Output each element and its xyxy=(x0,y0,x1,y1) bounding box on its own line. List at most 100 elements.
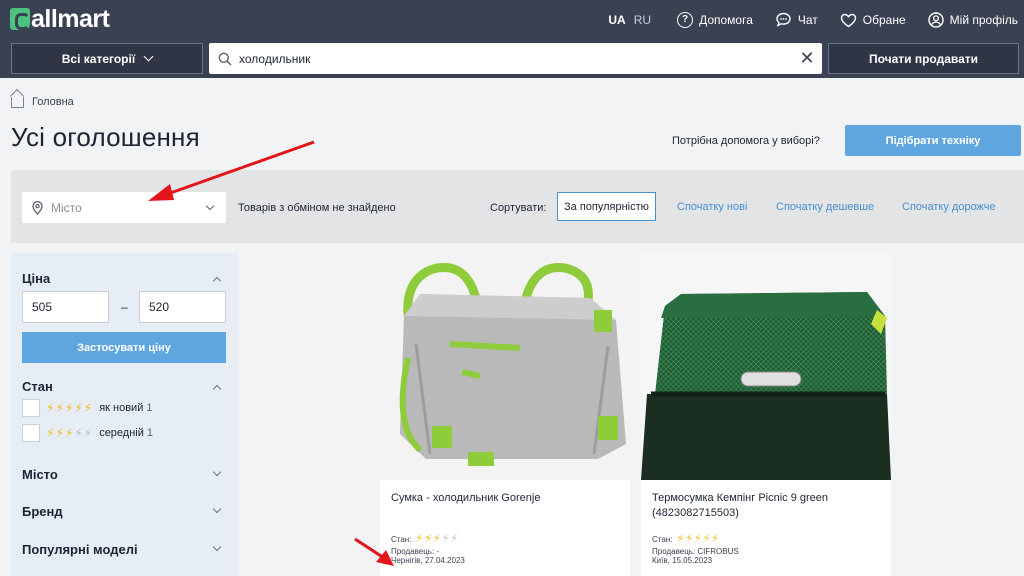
sort-cheapest[interactable]: Спочатку дешевше xyxy=(776,192,874,221)
listing-condition: Стан: ⚡ ⚡ ⚡ ⚡ ⚡ xyxy=(391,534,465,545)
city-select[interactable]: Місто xyxy=(22,192,226,223)
product-image-picnic-thermobag[interactable] xyxy=(641,254,891,480)
listing-title[interactable]: Термосумка Кемпінг Picnic 9 green (48230… xyxy=(652,491,882,521)
lightning-icon: ⚡ xyxy=(432,533,441,545)
search-input[interactable] xyxy=(239,51,792,66)
lightning-icon: ⚡ xyxy=(685,533,693,545)
condition-label: Стан: xyxy=(652,535,673,544)
chevron-down-icon[interactable] xyxy=(212,504,222,514)
lightning-icon: ⚡ xyxy=(83,426,93,440)
chevron-up-icon[interactable] xyxy=(212,276,222,286)
help-question: Потрібна допомога у виборі? xyxy=(672,135,820,147)
popular-models-heading[interactable]: Популярні моделі xyxy=(22,542,138,557)
start-selling-button[interactable]: Почати продавати xyxy=(828,43,1019,74)
all-categories-label: Всі категорії xyxy=(61,51,136,66)
lightning-icon: ⚡ xyxy=(74,401,83,415)
city-filter-heading[interactable]: Місто xyxy=(22,467,58,482)
sort-newest[interactable]: Спочатку нові xyxy=(677,192,747,221)
home-icon xyxy=(11,96,24,108)
listing-location-date: Чернігів, 27.04.2023 xyxy=(391,556,465,565)
condition-label: Стан: xyxy=(391,535,412,544)
search-bar: ✕ xyxy=(209,43,822,74)
page-title: Усі оголошення xyxy=(11,122,200,152)
lightning-icon: ⚡ xyxy=(83,401,93,415)
help-icon: ? xyxy=(677,12,694,28)
apply-price-button[interactable]: Застосувати ціну xyxy=(22,332,226,363)
favorites-label: Обране xyxy=(862,13,906,27)
breadcrumb: Головна xyxy=(11,96,74,108)
condition-rating: ⚡ ⚡ ⚡ ⚡ ⚡ xyxy=(46,402,93,414)
header-bar: allmart UA RU ? Допомога Чат Обране Мій … xyxy=(0,0,1024,78)
lightning-icon: ⚡ xyxy=(46,401,55,415)
filter-bar: Місто Товарів з обміном не знайдено Сорт… xyxy=(11,170,1024,243)
condition-heading[interactable]: Стан xyxy=(22,379,53,394)
search-icon xyxy=(218,52,232,66)
condition-option-average[interactable]: ⚡ ⚡ ⚡ ⚡ ⚡ середній 1 xyxy=(22,424,153,442)
lightning-icon: ⚡ xyxy=(441,533,450,545)
chevron-down-icon xyxy=(143,51,154,62)
condition-option-like-new[interactable]: ⚡ ⚡ ⚡ ⚡ ⚡ як новий 1 xyxy=(22,399,152,417)
lang-ua[interactable]: UA xyxy=(608,13,625,27)
sort-expensive[interactable]: Спочатку дорожче xyxy=(902,192,996,221)
price-dash: – xyxy=(121,300,128,314)
lightning-icon: ⚡ xyxy=(450,533,459,545)
chat-label: Чат xyxy=(797,13,818,27)
condition-count: 1 xyxy=(146,427,154,439)
logo-text: allmart xyxy=(31,5,110,33)
profile-link[interactable]: Мій профіль xyxy=(927,12,1018,28)
chat-icon xyxy=(776,12,791,27)
lightning-icon: ⚡ xyxy=(711,533,720,545)
profile-label: Мій профіль xyxy=(949,13,1018,27)
lightning-icon: ⚡ xyxy=(55,401,64,415)
chevron-up-icon[interactable] xyxy=(212,384,222,394)
listing-card[interactable]: Термосумка Кемпінг Picnic 9 green (48230… xyxy=(641,254,891,576)
chevron-down-icon xyxy=(205,201,215,211)
lightning-icon: ⚡ xyxy=(693,533,702,545)
lightning-icon: ⚡ xyxy=(702,533,711,545)
listing-title[interactable]: Сумка - холодильник Gorenje xyxy=(391,491,621,506)
checkbox[interactable] xyxy=(22,399,40,417)
city-placeholder: Місто xyxy=(51,200,82,215)
cooler-bag-image xyxy=(380,254,630,480)
listing-seller: Продавець: - xyxy=(391,547,440,556)
sort-popular[interactable]: За популярністю xyxy=(557,192,656,221)
price-to-input[interactable]: 520 xyxy=(139,291,226,323)
breadcrumb-home[interactable]: Головна xyxy=(32,96,74,108)
all-categories-button[interactable]: Всі категорії xyxy=(11,43,203,74)
lang-ru[interactable]: RU xyxy=(634,13,651,27)
allmart-logo[interactable]: allmart xyxy=(10,5,110,33)
condition-label: як новий xyxy=(99,402,144,414)
listing-location-date: Київ, 15.05.2023 xyxy=(652,556,713,565)
help-link[interactable]: ? Допомога xyxy=(677,12,753,28)
location-pin-icon xyxy=(32,200,43,215)
lightning-icon: ⚡ xyxy=(415,533,424,545)
price-heading[interactable]: Ціна xyxy=(22,271,50,286)
favorites-link[interactable]: Обране xyxy=(840,13,906,28)
lightning-icon: ⚡ xyxy=(676,533,685,545)
sort-label: Сортувати: xyxy=(490,202,547,214)
chevron-down-icon[interactable] xyxy=(212,467,222,477)
listing-condition: Стан: ⚡ ⚡ ⚡ ⚡ ⚡ xyxy=(652,534,726,545)
condition-rating: ⚡ ⚡ ⚡ ⚡ ⚡ xyxy=(415,534,459,545)
condition-rating: ⚡ ⚡ ⚡ ⚡ ⚡ xyxy=(46,427,93,439)
lightning-icon: ⚡ xyxy=(64,401,74,415)
listing-seller: Продавець: CIFROBUS xyxy=(652,547,739,556)
heart-icon xyxy=(840,13,856,27)
product-image-gorenje-bag[interactable] xyxy=(380,254,630,480)
lightning-icon: ⚡ xyxy=(74,426,83,440)
price-from-input[interactable]: 505 xyxy=(22,291,109,323)
filters-sidebar: Ціна 505 – 520 Застосувати ціну Стан ⚡ ⚡ ⚡… xyxy=(11,253,238,576)
condition-label: середній xyxy=(99,427,144,439)
chat-link[interactable]: Чат xyxy=(775,12,818,28)
help-label: Допомога xyxy=(699,13,753,27)
lightning-icon: ⚡ xyxy=(46,426,55,440)
condition-count: 1 xyxy=(146,402,153,414)
checkbox[interactable] xyxy=(22,424,40,442)
brand-filter-heading[interactable]: Бренд xyxy=(22,504,63,519)
listing-card[interactable]: Сумка - холодильник Gorenje Стан: ⚡ ⚡ ⚡ ⚡ ⚡ … xyxy=(380,254,630,576)
close-icon[interactable]: ✕ xyxy=(792,43,822,74)
chevron-down-icon[interactable] xyxy=(212,542,222,552)
lightning-icon: ⚡ xyxy=(424,533,432,545)
pick-equipment-button[interactable]: Підібрати техніку xyxy=(845,125,1021,156)
thermobag-image xyxy=(641,254,891,480)
